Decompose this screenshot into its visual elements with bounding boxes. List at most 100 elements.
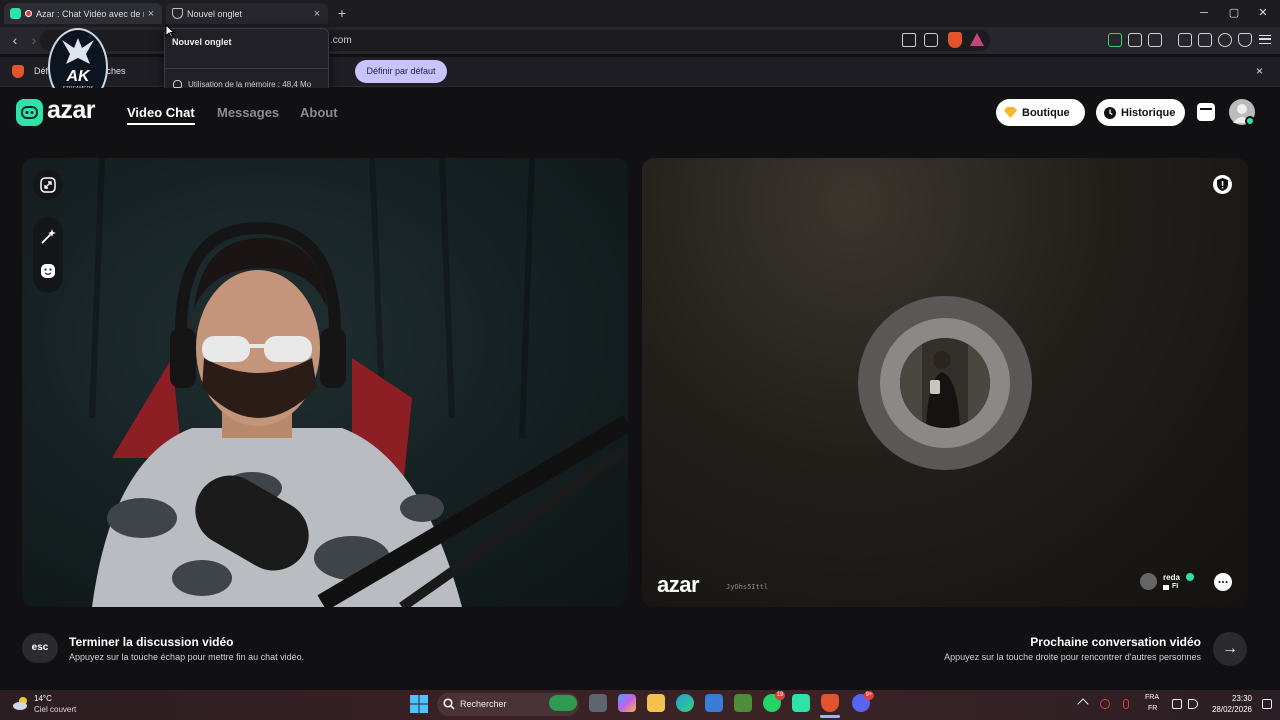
notifications-icon[interactable] <box>1262 699 1272 709</box>
discord-icon[interactable]: 9+ <box>852 691 874 712</box>
report-button[interactable] <box>1213 175 1232 194</box>
end-chat-subtitle: Appuyez sur la touche échap pour mettre … <box>69 652 305 662</box>
back-icon[interactable]: ‹ <box>8 32 22 48</box>
peer-profile-photo <box>900 338 990 428</box>
discord-badge: 9+ <box>864 691 874 700</box>
local-camera-feed <box>89 158 628 607</box>
volume-icon[interactable] <box>1188 699 1198 709</box>
hover-card-divider <box>165 68 328 69</box>
cast-icon[interactable] <box>902 33 916 47</box>
expand-view-button[interactable] <box>33 170 63 200</box>
azar-logo-text[interactable]: azar <box>47 96 96 125</box>
puzzle-icon[interactable] <box>1128 33 1142 47</box>
nav-messages[interactable]: Messages <box>217 105 279 120</box>
nav-video-chat[interactable]: Video Chat <box>127 105 195 120</box>
next-chat-title: Prochaine conversation vidéo <box>1030 635 1201 649</box>
file-explorer-icon[interactable] <box>647 694 665 712</box>
input-language[interactable]: FRA <box>1145 694 1159 701</box>
infobar-close-icon[interactable]: × <box>1256 64 1263 78</box>
cloud-weather-icon[interactable] <box>12 694 30 712</box>
boutique-button[interactable]: Boutique <box>996 99 1085 126</box>
local-video-panel <box>22 158 628 607</box>
edge-icon[interactable] <box>676 694 694 712</box>
sidebar-icon[interactable] <box>1178 33 1192 47</box>
next-chat-button[interactable]: → <box>1213 632 1247 666</box>
clock-icon <box>1104 106 1116 119</box>
active-nav-underline <box>127 123 195 125</box>
watermark-text: AK <box>66 68 90 85</box>
share-icon[interactable] <box>924 33 938 47</box>
inbox-icon[interactable] <box>1197 103 1215 121</box>
network-icon[interactable] <box>1172 699 1182 709</box>
tab-title: Azar : Chat Vidéo avec de no <box>36 8 144 19</box>
leo-ai-icon[interactable] <box>1218 33 1232 47</box>
tab-close-icon[interactable]: × <box>310 8 324 20</box>
shield-favicon-icon <box>172 8 183 19</box>
shield-alert-icon <box>1217 178 1228 191</box>
whatsapp-badge: 19 <box>775 691 785 700</box>
peer-flag-icon <box>1163 585 1169 590</box>
reader-icon[interactable] <box>1148 33 1162 47</box>
hover-card-title: Nouvel onglet <box>172 37 232 47</box>
weather-temperature: 14°C <box>34 694 52 703</box>
chat-bubble-button[interactable] <box>1214 573 1232 591</box>
copilot-icon[interactable] <box>618 694 636 712</box>
app-icon[interactable] <box>734 694 752 712</box>
sticker-face-icon[interactable] <box>40 263 56 279</box>
new-tab-button[interactable]: + <box>334 5 350 21</box>
brave-icon[interactable] <box>821 694 839 712</box>
clock-time[interactable]: 23:30 <box>1212 694 1252 703</box>
store-icon[interactable] <box>705 694 723 712</box>
clock-date[interactable]: 28/02/2026 <box>1200 705 1252 714</box>
boutique-label: Boutique <box>1022 106 1070 119</box>
brave-rewards-icon[interactable] <box>970 33 984 46</box>
set-default-button[interactable]: Définir par défaut <box>355 60 447 83</box>
esc-key-button[interactable]: esc <box>22 633 58 663</box>
maximize-button[interactable]: ▢ <box>1224 4 1244 22</box>
chat-bubble-icon <box>1218 581 1228 583</box>
phoenix-logo-icon <box>62 38 94 64</box>
peer-verified-badge <box>1186 573 1194 581</box>
peer-country: FI <box>1172 583 1179 590</box>
azar-logo-icon[interactable] <box>16 99 43 126</box>
tab-new[interactable]: Nouvel onglet × <box>166 3 328 24</box>
task-view-icon[interactable] <box>589 694 607 712</box>
peer-name: reda <box>1163 573 1180 582</box>
memory-icon <box>173 80 182 88</box>
close-window-button[interactable]: ✕ <box>1253 4 1273 22</box>
tray-app-icon[interactable] <box>1100 699 1110 709</box>
windows-taskbar <box>0 690 1280 720</box>
online-status-dot <box>1245 116 1255 126</box>
search-highlight-icon <box>549 695 577 711</box>
tab-azar[interactable]: Azar : Chat Vidéo avec de no × <box>4 3 162 24</box>
keyboard-layout[interactable]: FR <box>1148 705 1157 712</box>
mouse-cursor-icon <box>165 24 175 38</box>
brave-logo-icon <box>12 65 24 78</box>
microphone-icon[interactable] <box>1123 699 1129 709</box>
remote-azar-watermark: azar <box>657 572 700 597</box>
wallet-icon[interactable] <box>1198 33 1212 47</box>
vpn-icon[interactable] <box>1238 33 1252 47</box>
minimize-button[interactable]: ─ <box>1194 4 1214 22</box>
historique-button[interactable]: Historique <box>1096 99 1185 126</box>
end-chat-title: Terminer la discussion vidéo <box>69 635 234 649</box>
azar-favicon-icon <box>10 8 21 19</box>
menu-icon[interactable] <box>1259 35 1271 44</box>
next-chat-subtitle: Appuyez sur la touche droite pour rencon… <box>944 652 1201 662</box>
search-icon <box>443 698 455 710</box>
windows-start-icon[interactable] <box>410 695 428 713</box>
peer-avatar[interactable] <box>1140 573 1157 590</box>
brave-shields-icon[interactable] <box>948 32 962 48</box>
whatsapp-icon[interactable]: 19 <box>763 691 785 712</box>
tab-close-icon[interactable]: × <box>144 8 158 20</box>
nav-about[interactable]: About <box>300 105 338 120</box>
magic-wand-icon[interactable] <box>39 228 57 246</box>
expand-icon <box>40 177 56 193</box>
forward-icon[interactable]: › <box>27 32 41 48</box>
azar-app-icon[interactable] <box>792 694 810 712</box>
gem-icon <box>1004 107 1017 118</box>
recording-icon <box>25 10 32 17</box>
tab-title: Nouvel onglet <box>187 8 243 19</box>
weather-description: Ciel couvert <box>34 705 77 714</box>
extension-icon[interactable] <box>1108 33 1122 47</box>
